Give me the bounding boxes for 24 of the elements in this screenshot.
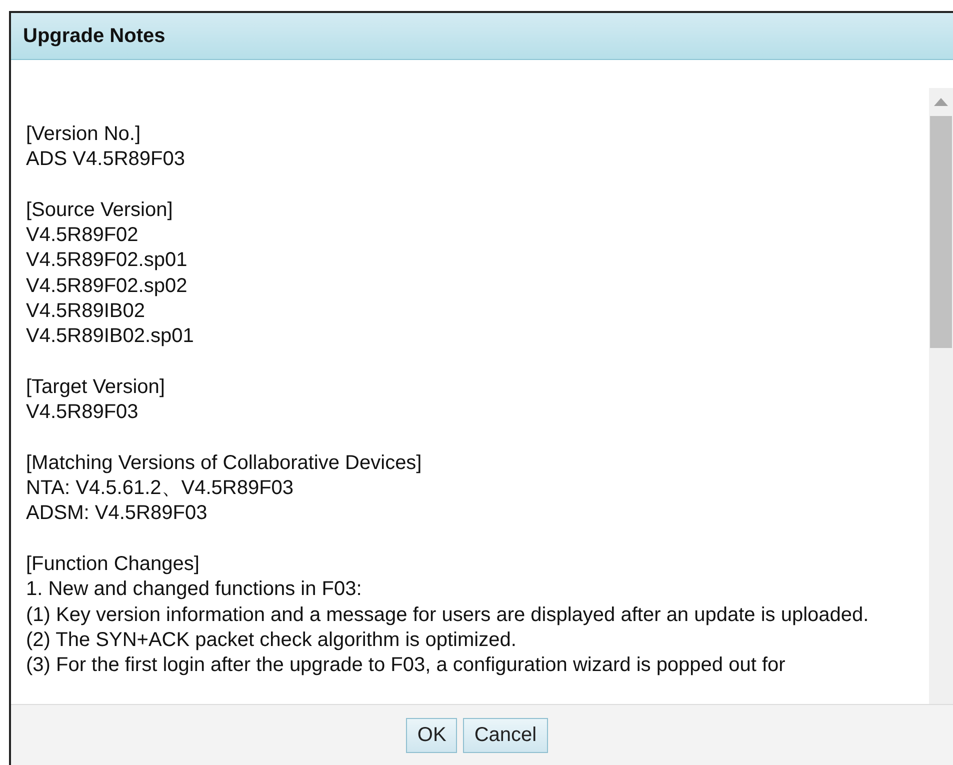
note-line: ADS V4.5R89F03 xyxy=(26,147,186,172)
scroll-thumb[interactable] xyxy=(930,116,952,348)
note-line: V4.5R89IB02.sp01 xyxy=(26,324,195,350)
note-line: V4.5R89F02.sp01 xyxy=(26,248,188,274)
cancel-button[interactable]: Cancel xyxy=(463,718,548,752)
section-heading: [Target Version] xyxy=(26,374,166,400)
section-heading: [Version No.] xyxy=(26,122,142,147)
note-line: NTA: V4.5.61.2、V4.5R89F03 xyxy=(26,476,295,502)
ok-button[interactable]: OK xyxy=(406,718,458,752)
window-title: Upgrade Notes xyxy=(23,24,166,49)
note-line: V4.5R89F03 xyxy=(26,400,140,426)
note-line: V4.5R89F02 xyxy=(26,223,140,248)
scroll-up-icon[interactable] xyxy=(934,98,948,106)
note-line: V4.5R89F02.sp02 xyxy=(26,274,188,299)
scrollbar[interactable] xyxy=(929,88,953,704)
note-line: (1) Key version information and a message for users are displayed after an update is uploaded. xyxy=(26,602,870,628)
note-line: 1. New and changed functions in F03: xyxy=(26,577,363,602)
section-heading: [Matching Versions of Collaborative Devices] xyxy=(26,450,423,476)
section-heading: [Function Changes] xyxy=(26,552,200,578)
note-line: (2) The SYN+ACK packet check algorithm is optimized. xyxy=(26,628,518,653)
section-heading: [Source Version] xyxy=(26,198,174,223)
note-line: V4.5R89IB02 xyxy=(26,299,146,324)
note-line: (3) For the first login after the upgrade to F03, a configuration wizard is popped out for xyxy=(26,653,786,678)
note-line: ADSM: V4.5R89F03 xyxy=(26,501,208,526)
